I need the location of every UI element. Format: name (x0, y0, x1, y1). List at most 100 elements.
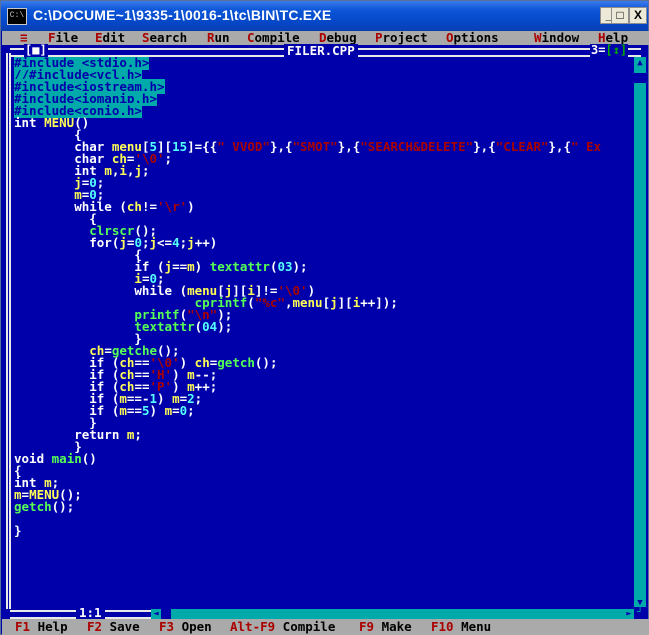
editor-close-box[interactable]: [■] (24, 44, 48, 57)
code-token: },{ (548, 139, 571, 154)
horizontal-scrollbar[interactable]: ◄ ► (151, 609, 634, 619)
code-token: " VVOD" (217, 139, 270, 154)
code-line[interactable] (14, 513, 634, 525)
code-token: [ (322, 295, 331, 310)
code-line[interactable]: #include<conio.h> (14, 103, 634, 118)
code-token: ); (217, 319, 233, 334)
code-token: ( (247, 295, 255, 310)
code-token: ; (134, 427, 142, 442)
code-token: '\r' (157, 199, 188, 214)
code-token: j (164, 259, 173, 274)
editor-zoom-box[interactable]: 3=[↕] (590, 43, 629, 57)
code-line[interactable]: j=0; (14, 176, 634, 189)
scroll-left-arrow-icon[interactable]: ◄ (151, 609, 161, 619)
console-app-icon[interactable]: C:\ (7, 8, 27, 25)
code-token: 5 (141, 403, 150, 418)
code-token: getch (14, 499, 52, 514)
code-token: getch (217, 355, 255, 370)
scroll-right-arrow-icon[interactable]: ► (624, 609, 634, 619)
code-line[interactable]: m=MENU(); (14, 488, 634, 501)
status-altf9-compile[interactable]: Alt-F9 Compile (230, 620, 335, 634)
code-token: ); (292, 259, 308, 274)
maximize-button[interactable]: □ (611, 7, 629, 24)
editor-frame-top: [■] FILER.CPP 3=[↕] (2, 43, 649, 57)
tc-exe-window: C:\ C:\DOCUME~1\9335-1\0016-1\tc\BIN\TC.… (0, 0, 649, 635)
zoom-icon[interactable]: [↕] (605, 43, 627, 57)
code-line[interactable]: int m,i,j; (14, 163, 634, 178)
code-line[interactable]: while (ch!='\r') (14, 199, 634, 214)
code-token: <= (157, 235, 173, 250)
editor-left-border (6, 53, 11, 609)
code-token: ) (194, 259, 210, 274)
code-token: ; (187, 403, 195, 418)
code-token: ; (141, 235, 150, 250)
editor-frame-bottom: 1:1 (2, 606, 152, 619)
code-line[interactable]: } (14, 440, 634, 453)
code-token: ; (141, 163, 150, 178)
code-token: },{ (269, 139, 293, 154)
status-f9-make[interactable]: F9 Make (359, 620, 412, 634)
code-token: },{ (337, 139, 361, 154)
status-bar: F1 Help F2 Save F3 Open Alt-F9 Compile F… (2, 619, 649, 635)
code-token: (); (51, 499, 75, 514)
menu-options[interactable]: Options (446, 31, 499, 45)
menu-window[interactable]: Window (534, 31, 579, 45)
code-token: "SMOT" (292, 139, 338, 154)
code-token: } (14, 523, 22, 538)
menu-edit[interactable]: Edit (95, 31, 125, 45)
code-token: (); (254, 355, 278, 370)
code-token: i (119, 163, 127, 178)
code-token: j (330, 295, 338, 310)
code-token: m (164, 403, 173, 418)
code-token: 03 (277, 259, 293, 274)
code-line[interactable]: int m; (14, 476, 634, 489)
code-token: == (172, 259, 188, 274)
scroll-up-arrow-icon[interactable]: ▲ (634, 57, 646, 69)
code-token: ) (149, 403, 165, 418)
status-f10-menu[interactable]: F10 Menu (431, 620, 491, 634)
code-token: ( (119, 199, 127, 214)
resize-corner-icon[interactable]: ┘ (634, 607, 646, 619)
menu-file[interactable]: File (48, 31, 78, 45)
horizontal-scroll-thumb[interactable] (161, 609, 171, 619)
code-line[interactable]: { (14, 464, 634, 477)
status-f2-save[interactable]: F2 Save (87, 620, 140, 634)
code-token: main (51, 451, 82, 466)
code-line[interactable]: int MENU() (14, 116, 634, 129)
window-number: 3 (591, 43, 599, 57)
code-line[interactable]: if (m==5) m=0; (14, 403, 634, 418)
code-line[interactable]: void main() (14, 451, 634, 466)
code-token: 4 (172, 235, 180, 250)
code-line[interactable]: getch(); (14, 499, 634, 514)
code-token: ; (194, 391, 203, 406)
code-editor[interactable]: #include <stdio.h>//#include<vcl.h> #incl… (14, 57, 634, 607)
code-token: () (81, 451, 97, 466)
title-bar[interactable]: C:\ C:\DOCUME~1\9335-1\0016-1\tc\BIN\TC.… (1, 1, 648, 31)
code-token: "SEARCH&DELETE" (360, 139, 474, 154)
menu-project[interactable]: Project (375, 31, 428, 45)
code-line[interactable]: return m; (14, 427, 634, 442)
code-token: "%c" (254, 295, 285, 310)
code-token: j (187, 235, 195, 250)
code-line[interactable]: } (14, 523, 634, 538)
code-token: m (119, 403, 127, 418)
status-f3-open[interactable]: F3 Open (159, 620, 212, 634)
code-token: },{ (473, 139, 496, 154)
window-title: C:\DOCUME~1\9335-1\0016-1\tc\BIN\TC.EXE (33, 7, 332, 23)
code-token: ch (126, 199, 142, 214)
code-token: " Ex (570, 139, 602, 154)
code-token: ][ (337, 295, 353, 310)
status-f1-help[interactable]: F1 Help (15, 620, 68, 634)
vertical-scroll-thumb[interactable] (634, 73, 646, 83)
menu-search[interactable]: Search (142, 31, 187, 45)
code-token: = (172, 403, 180, 418)
close-button[interactable]: X (629, 7, 647, 24)
editor-filename: FILER.CPP (284, 44, 358, 57)
code-token: ++) (194, 235, 218, 250)
code-token: textattr (209, 259, 270, 274)
code-token: ) (187, 199, 195, 214)
cursor-position: 1:1 (76, 606, 105, 619)
vertical-scrollbar[interactable]: ▲ ▼ (634, 57, 646, 609)
code-token: j (149, 235, 158, 250)
menu-run[interactable]: Run (207, 31, 230, 45)
